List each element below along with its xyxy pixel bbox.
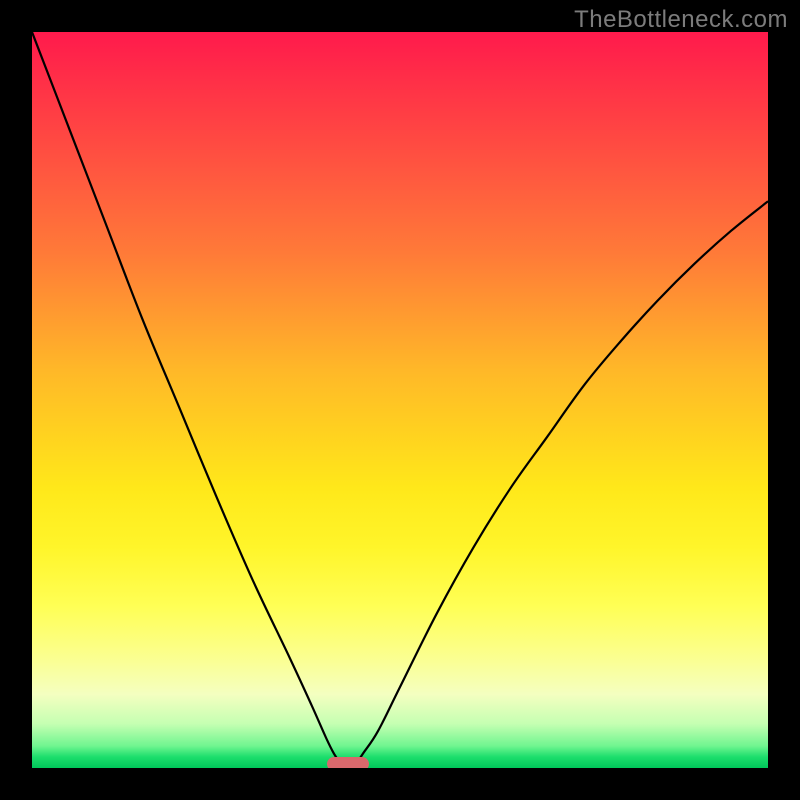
watermark-text: TheBottleneck.com [574, 6, 788, 34]
right-curve [356, 201, 768, 764]
bottleneck-marker [327, 757, 369, 768]
plot-area [32, 32, 768, 768]
chart-frame: TheBottleneck.com [0, 0, 800, 800]
curve-layer [32, 32, 768, 768]
left-curve [32, 32, 341, 764]
